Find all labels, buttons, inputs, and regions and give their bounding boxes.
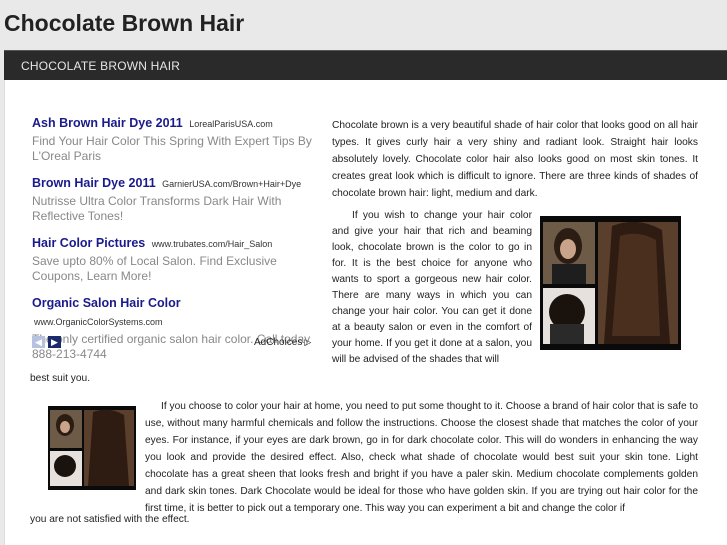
article-paragraph: If you wish to change your hair color an… <box>332 210 532 365</box>
hair-photo <box>540 216 681 350</box>
article-paragraph: Chocolate brown is a very beautiful shad… <box>332 120 698 199</box>
ad-item[interactable]: Brown Hair Dye 2011 GarnierUSA.com/Brown… <box>32 174 314 224</box>
article-paragraph: If you choose to color your hair at home… <box>145 401 698 514</box>
article-paragraph-tail: best suit you. <box>30 373 91 384</box>
ad-item[interactable]: Ash Brown Hair Dye 2011 LorealParisUSA.c… <box>32 114 314 164</box>
ad-block: Ash Brown Hair Dye 2011 LorealParisUSA.c… <box>32 114 314 372</box>
ad-description: Find Your Hair Color This Spring With Ex… <box>32 134 312 163</box>
ad-title[interactable]: Ash Brown Hair Dye 2011 <box>32 116 183 130</box>
ad-description: Nutrisse Ultra Color Transforms Dark Hai… <box>32 194 282 223</box>
ad-title[interactable]: Brown Hair Dye 2011 <box>32 176 156 190</box>
nav-bar: CHOCOLATE BROWN HAIR <box>4 50 727 80</box>
article-paragraph-tail: you are not satisfied with the effect. <box>30 514 190 525</box>
ad-item[interactable]: Organic Salon Hair Color www.OrganicColo… <box>32 294 314 362</box>
adchoices-icon: ▷ <box>304 337 312 347</box>
ad-url[interactable]: www.OrganicColorSystems.com <box>34 317 163 327</box>
ad-title[interactable]: Hair Color Pictures <box>32 236 145 250</box>
ad-url[interactable]: LorealParisUSA.com <box>189 119 273 129</box>
ad-url[interactable]: www.trubates.com/Hair_Salon <box>152 239 273 249</box>
chevron-left-icon[interactable]: ◀ <box>32 336 45 348</box>
ad-item[interactable]: Hair Color Pictures www.trubates.com/Hai… <box>32 234 314 284</box>
adchoices-label: AdChoices <box>254 337 303 348</box>
ad-url[interactable]: GarnierUSA.com/Brown+Hair+Dye <box>162 179 301 189</box>
site-title[interactable]: Chocolate Brown Hair <box>4 10 244 37</box>
adchoices-link[interactable]: AdChoices ▷ <box>254 337 311 348</box>
ad-description: Save upto 80% of Local Salon. Find Exclu… <box>32 254 277 283</box>
hair-photo-graphic <box>540 216 681 350</box>
hair-photo-graphic <box>48 406 136 490</box>
ad-title[interactable]: Organic Salon Hair Color <box>32 296 181 310</box>
hair-photo <box>48 406 136 490</box>
nav-item-home[interactable]: CHOCOLATE BROWN HAIR <box>21 59 180 73</box>
chevron-right-icon[interactable]: ▶ <box>48 336 61 348</box>
ad-pager: ◀ ▶ <box>32 336 61 348</box>
